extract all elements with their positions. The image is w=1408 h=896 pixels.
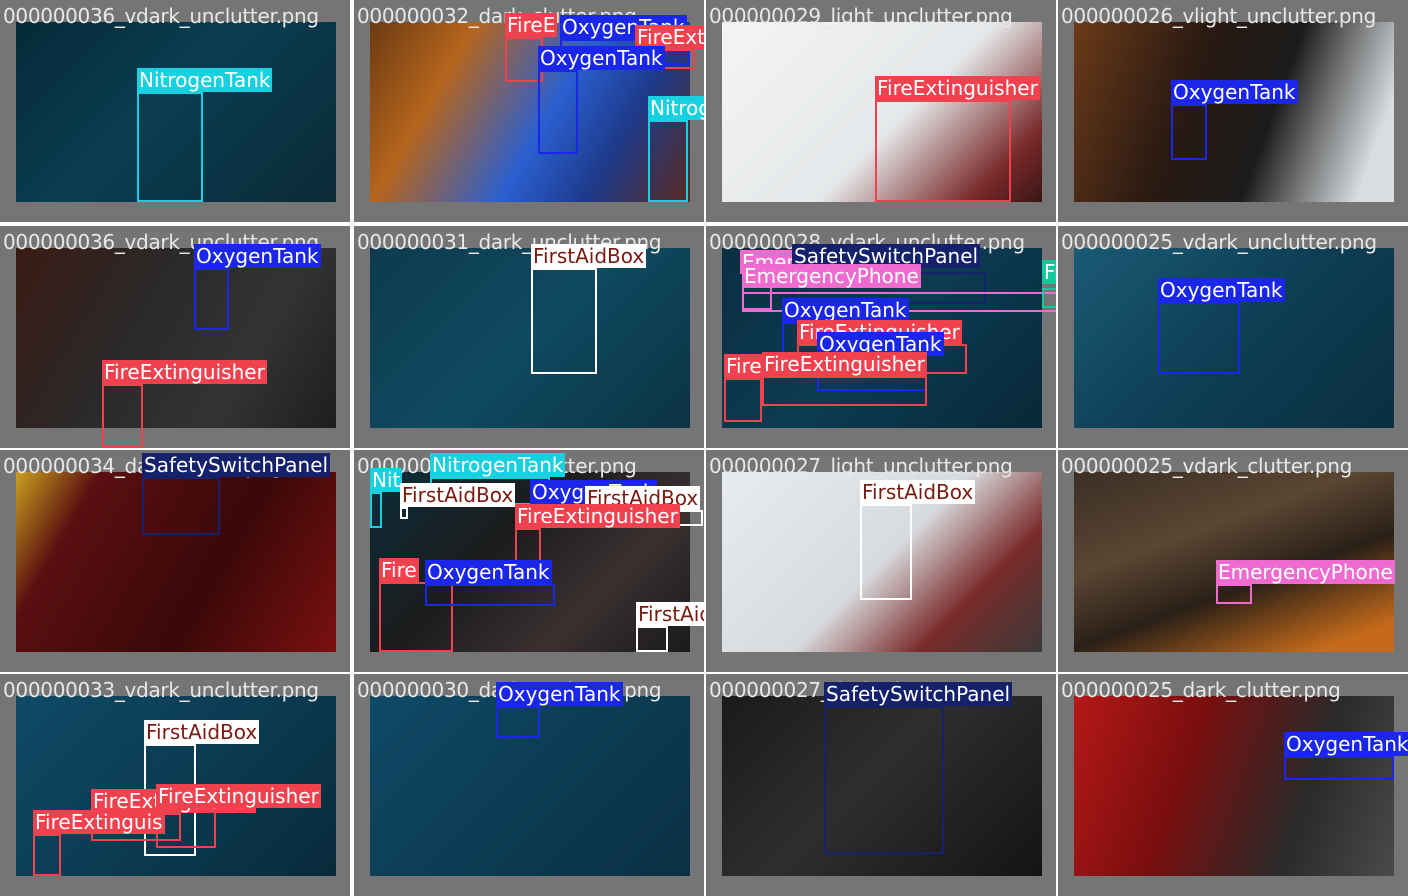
image-filename: 000000025_vdark_unclutter.png (1061, 230, 1377, 254)
bbox-oxygentank (1284, 756, 1394, 780)
bbox-label: FirstAidBox (400, 483, 516, 507)
image-filename: 000000029_light_unclutter.png (709, 4, 1013, 28)
image-filename: 000000033_vdark_unclutter.png (3, 678, 319, 702)
prediction-grid: 000000036_vdark_unclutter.png NitrogenTan… (0, 0, 1408, 896)
bbox-label: OxygenTank (496, 682, 623, 706)
grid-cell: 000000025_vdark_clutter.png EmergencyPhon… (1058, 450, 1408, 672)
bbox-oxygentank (1171, 104, 1207, 160)
bbox-label: FirstAidBox (144, 720, 260, 744)
bbox-label: Nit (370, 468, 403, 492)
bbox-firstaidbox (531, 268, 597, 374)
bbox-label: EmergencyPhone (742, 264, 921, 288)
grid-cell: 000000034_dark_clutter.pngSafetySwitchPa… (0, 450, 350, 672)
grid-cell: 000000027_dark_clutter.pngSafetySwitchPa… (706, 674, 1056, 896)
bbox-nitrogentank (370, 492, 382, 528)
bbox-label: FireExtinguisher (102, 360, 267, 384)
bbox-label: OxygenTank (1171, 80, 1298, 104)
bbox-oxygentank (425, 584, 555, 606)
bbox-label: FireExtinguisher (156, 784, 321, 808)
grid-cell: 000000025_dark_clutter.png OxygenTank (1058, 674, 1408, 896)
bbox-label: EmergencyPhone (1216, 560, 1395, 584)
bbox-label: FirstAidBox (636, 602, 704, 626)
bbox-emergencyphone (1216, 584, 1252, 604)
grid-cell: 000000028_vdark_unclutter.pngEmergencyPh… (706, 226, 1056, 448)
bbox-label: FireExtinguis (33, 810, 165, 834)
bbox-fireextinguisher (156, 808, 216, 848)
bbox-label: OxygenTank (194, 244, 321, 268)
image-filename: 000000026_vlight_unclutter.png (1061, 4, 1377, 28)
bbox-nitrogentank (137, 92, 203, 202)
bbox-label: FireE (505, 13, 558, 37)
bbox-label: NitrogenTank (430, 453, 566, 477)
bbox-label: Fire (379, 558, 419, 582)
grid-cell: 000000036_vdark_unclutter.png NitrogenTan… (0, 0, 350, 222)
image-filename: 000000036_vdark_unclutter.png (3, 4, 319, 28)
bbox-oxygentank (538, 70, 578, 154)
bbox-label: FirstAidBox (860, 480, 976, 504)
bbox-oxygentank (194, 268, 229, 330)
scene-thumbnail[interactable] (16, 248, 336, 428)
grid-cell: 000000030_dark_unclutter.pngOxygenTank (354, 674, 704, 896)
bbox-label: FireAlarm (1042, 260, 1056, 284)
bbox-oxygentank (1158, 302, 1240, 374)
bbox-fireextinguisher (102, 384, 143, 448)
bbox-safetyswitchpanel (824, 706, 944, 854)
bbox-label: FireExtinguisher (515, 504, 680, 528)
grid-cell: 000000029_light_unclutter.png FireExtingu… (706, 0, 1056, 222)
grid-cell: 000000026_vlight_unclutter.png OxygenTank (1058, 0, 1408, 222)
bbox-label: FireExtinguisher (762, 352, 927, 376)
bbox-label: OxygenTank (425, 560, 552, 584)
scene-thumbnail[interactable] (370, 248, 690, 428)
grid-cell: 000000030_dark_clutter.pngNitFirstAidBox… (354, 450, 704, 672)
bbox-oxygentank (496, 706, 540, 738)
image-filename: 000000025_vdark_clutter.png (1061, 454, 1353, 478)
grid-cell: 000000036_vdark_unclutter.png OxygenTank F… (0, 226, 350, 448)
bbox-label: FireExtinguisher (875, 76, 1040, 100)
scene-thumbnail[interactable] (1074, 696, 1394, 876)
bbox-label: OxygenTank (538, 46, 665, 70)
bbox-label: SafetySwitchPanel (142, 453, 331, 477)
bbox-label: NitrogenTank (648, 96, 704, 120)
image-filename: 000000027_light_unclutter.png (709, 454, 1013, 478)
bbox-firstaidbox (400, 507, 408, 519)
bbox-label: FirstAidBox (531, 244, 647, 268)
bbox-label: NitrogenTank (137, 68, 273, 92)
scene-thumbnail[interactable] (1074, 22, 1394, 202)
bbox-fireextinguisher (724, 378, 762, 422)
bbox-fireextinguisher (762, 376, 927, 406)
bbox-label: OxygenTank (1284, 732, 1408, 756)
grid-cell: 000000032_dark_clutter.png FireE OxygenTan… (354, 0, 704, 222)
bbox-safetyswitchpanel (142, 477, 220, 535)
bbox-fireextinguisher (33, 834, 61, 876)
image-filename: 000000025_dark_clutter.png (1061, 678, 1341, 702)
grid-cell: 000000027_light_unclutter.png FirstAidBox (706, 450, 1056, 672)
bbox-firealarm (1042, 288, 1056, 308)
bbox-fireextinguisher (875, 100, 1011, 202)
bbox-label: Fire (724, 354, 764, 378)
grid-cell: 000000033_vdark_unclutter.png FirstAidBox… (0, 674, 350, 896)
bbox-label: OxygenTank (1158, 278, 1285, 302)
bbox-nitrogentank (648, 120, 688, 202)
grid-cell: 000000031_dark_unclutter.png FirstAidBox (354, 226, 704, 448)
bbox-label: SafetySwitchPanel (824, 682, 1013, 706)
grid-cell: 000000025_vdark_unclutter.png OxygenTank (1058, 226, 1408, 448)
bbox-label: OxygenTank (782, 298, 909, 322)
bbox-firstaidbox (636, 626, 668, 652)
bbox-firstaidbox (860, 504, 912, 600)
